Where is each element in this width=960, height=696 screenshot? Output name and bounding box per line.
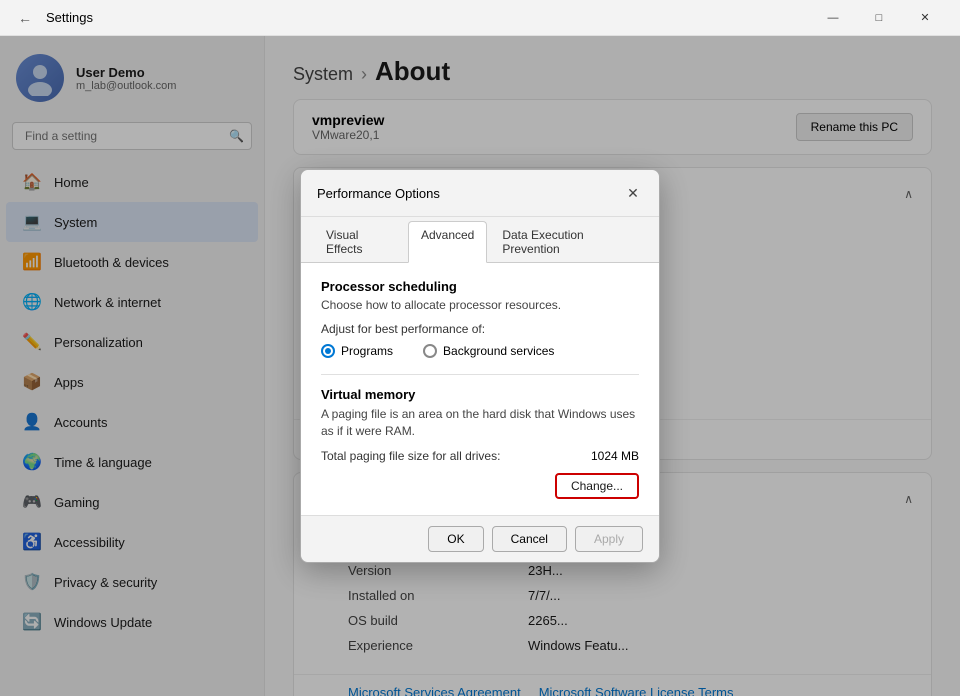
radio-background-circle [423,344,437,358]
radio-programs-circle [321,344,335,358]
window-controls: — □ ✕ [810,0,948,36]
close-button[interactable]: ✕ [902,0,948,36]
radio-programs[interactable]: Programs [321,344,393,358]
app-title: Settings [46,10,93,25]
change-button[interactable]: Change... [555,473,639,499]
radio-programs-label: Programs [341,344,393,358]
modal-tab-advanced[interactable]: Advanced [408,221,487,263]
paging-value: 1024 MB [591,449,639,463]
minimize-button[interactable]: — [810,0,856,36]
paging-label: Total paging file size for all drives: [321,449,500,463]
divider [321,374,639,375]
modal-advanced-content: Processor scheduling Choose how to alloc… [301,263,659,516]
modal-titlebar: Performance Options ✕ [301,170,659,217]
virt-mem-desc: A paging file is an area on the hard dis… [321,406,639,440]
paging-row: Total paging file size for all drives: 1… [321,449,639,463]
cancel-button[interactable]: Cancel [492,526,567,552]
proc-section-desc: Choose how to allocate processor resourc… [321,298,639,312]
modal-tab-dep[interactable]: Data Execution Prevention [489,221,647,262]
modal-close-button[interactable]: ✕ [619,180,647,208]
back-button[interactable]: ← [12,6,38,30]
radio-background[interactable]: Background services [423,344,554,358]
modal-tabs: Visual EffectsAdvancedData Execution Pre… [301,217,659,263]
maximize-button[interactable]: □ [856,0,902,36]
virt-mem-title: Virtual memory [321,387,639,402]
radio-background-label: Background services [443,344,554,358]
proc-section-title: Processor scheduling [321,279,639,294]
ok-button[interactable]: OK [428,526,483,552]
modal-title: Performance Options [317,186,440,201]
modal-overlay: Performance Options ✕ Visual EffectsAdva… [0,36,960,696]
performance-options-modal: Performance Options ✕ Visual EffectsAdva… [300,169,660,564]
radio-group: Programs Background services [321,344,639,358]
apply-button[interactable]: Apply [575,526,643,552]
title-bar: ← Settings — □ ✕ [0,0,960,36]
modal-tab-visual[interactable]: Visual Effects [313,221,406,262]
modal-footer: OK Cancel Apply [301,515,659,562]
adjust-label: Adjust for best performance of: [321,322,639,336]
